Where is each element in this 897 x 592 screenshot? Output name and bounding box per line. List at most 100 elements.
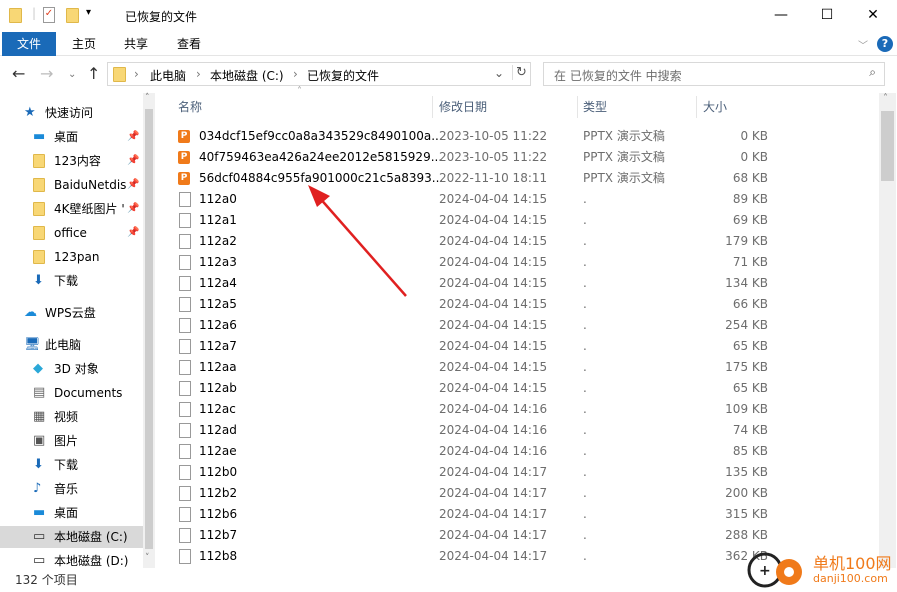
file-row[interactable]: 112b2 2024-04-04 14:17. 200 KB <box>170 483 875 504</box>
sidebar-item[interactable]: ▭ 本地磁盘 (D:) <box>0 550 143 568</box>
new-folder-icon[interactable] <box>66 8 79 23</box>
sidebar-item[interactable]: ♪ 音乐 <box>0 478 143 500</box>
refresh-icon[interactable]: ↻ <box>512 65 527 80</box>
address-bar[interactable]: › 此电脑 › 本地磁盘 (C:) › 已恢复的文件 ⌄ ↻ <box>107 62 531 86</box>
file-list-scrollbar[interactable]: ˄ <box>879 93 896 568</box>
file-date: 2024-04-04 14:15 <box>439 318 548 332</box>
sidebar-item[interactable]: 4K壁纸图片 ' 📌 <box>0 198 143 220</box>
breadcrumb-this-pc[interactable]: 此电脑 <box>150 67 186 84</box>
file-type: . <box>583 423 587 437</box>
scroll-up-icon[interactable]: ˄ <box>883 93 888 104</box>
file-row[interactable]: 112a4 2024-04-04 14:15. 134 KB <box>170 273 875 294</box>
sidebar-item[interactable]: ▭ 本地磁盘 (C:) <box>0 526 143 548</box>
back-icon[interactable]: ← <box>12 64 25 83</box>
customize-toolbar-icon[interactable]: ▾ <box>86 7 91 18</box>
sidebar-item[interactable]: 123pan <box>0 246 143 268</box>
file-type: . <box>583 213 587 227</box>
file-type: . <box>583 297 587 311</box>
column-type[interactable]: 类型 <box>583 96 607 118</box>
file-row[interactable]: P 40f759463ea426a24ee2012e5815929... 2023-… <box>170 147 875 168</box>
file-row[interactable]: 112ac 2024-04-04 14:16. 109 KB <box>170 399 875 420</box>
sidebar-item[interactable]: BaiduNetdis 📌 <box>0 174 143 196</box>
file-date: 2024-04-04 14:16 <box>439 444 548 458</box>
file-row[interactable]: P 56dcf04884c955fa901000c21c5a8393... 2022… <box>170 168 875 189</box>
file-row[interactable]: 112ad 2024-04-04 14:16. 74 KB <box>170 420 875 441</box>
folder-icon <box>33 250 45 264</box>
search-input[interactable]: 在 已恢复的文件 中搜索 ⌕ <box>543 62 885 86</box>
breadcrumb-drive-c[interactable]: 本地磁盘 (C:) <box>210 67 284 84</box>
file-row[interactable]: 112ab 2024-04-04 14:15. 65 KB <box>170 378 875 399</box>
file-row[interactable]: 112b6 2024-04-04 14:17. 315 KB <box>170 504 875 525</box>
sidebar-item[interactable]: ▬ 桌面 📌 <box>0 126 143 148</box>
file-date: 2023-10-05 11:22 <box>439 150 548 164</box>
up-icon[interactable]: ↑ <box>87 64 100 83</box>
help-icon[interactable]: ? <box>877 36 893 52</box>
file-row[interactable]: 112b7 2024-04-04 14:17. 288 KB <box>170 525 875 546</box>
tab-home[interactable]: 主页 <box>58 32 110 56</box>
sidebar-item[interactable]: office 📌 <box>0 222 143 244</box>
tab-file[interactable]: 文件 <box>2 32 56 56</box>
sidebar-item[interactable]: ★ 快速访问 <box>0 102 143 124</box>
file-row[interactable]: 112a1 2024-04-04 14:15. 69 KB <box>170 210 875 231</box>
pin-icon: 📌 <box>127 227 140 238</box>
tab-view[interactable]: 查看 <box>163 32 215 56</box>
file-name: 112ae <box>199 444 237 458</box>
file-row[interactable]: 112a6 2024-04-04 14:15. 254 KB <box>170 315 875 336</box>
window-title: 已恢复的文件 <box>125 10 198 24</box>
properties-icon[interactable]: ✓ <box>43 7 55 23</box>
pptx-file-icon: P <box>178 172 190 185</box>
sidebar-item[interactable]: ⬇ 下载 <box>0 270 143 292</box>
file-list-scroll-thumb[interactable] <box>881 111 894 181</box>
maximize-button[interactable]: ☐ <box>804 0 850 30</box>
file-row[interactable]: 112a5 2024-04-04 14:15. 66 KB <box>170 294 875 315</box>
sidebar-item[interactable]: 🖥 此电脑 <box>0 334 143 356</box>
pin-icon: 📌 <box>127 203 140 214</box>
file-icon <box>179 549 191 564</box>
sidebar-item[interactable]: ◆ 3D 对象 <box>0 358 143 380</box>
sidebar-scroll-thumb[interactable] <box>145 109 153 549</box>
tab-share[interactable]: 共享 <box>110 32 162 56</box>
pin-icon: 📌 <box>127 179 140 190</box>
file-row[interactable]: 112aa 2024-04-04 14:15. 175 KB <box>170 357 875 378</box>
dropdown-icon[interactable]: ⌄ <box>494 66 504 80</box>
sidebar-item[interactable]: ⬇ 下载 <box>0 454 143 476</box>
file-row[interactable]: 112b0 2024-04-04 14:17. 135 KB <box>170 462 875 483</box>
sidebar-item-label: Documents <box>54 386 123 400</box>
scroll-up-icon[interactable]: ˄ <box>145 93 150 103</box>
file-row[interactable]: 112a0 2024-04-04 14:15. 89 KB <box>170 189 875 210</box>
sidebar-item[interactable]: 123内容 📌 <box>0 150 143 172</box>
search-icon[interactable]: ⌕ <box>869 65 876 80</box>
sidebar-item-label: 此电脑 <box>45 338 82 352</box>
breadcrumb-current[interactable]: 已恢复的文件 <box>307 67 379 84</box>
column-name[interactable]: 名称 <box>178 96 202 118</box>
forward-icon[interactable]: → <box>40 64 53 83</box>
file-type: . <box>583 381 587 395</box>
file-icon <box>179 381 191 396</box>
close-button[interactable]: ✕ <box>850 0 896 30</box>
column-size[interactable]: 大小 <box>703 96 727 118</box>
minimize-button[interactable]: — <box>758 0 804 30</box>
sidebar-item[interactable]: ▤ Documents <box>0 382 143 404</box>
file-row[interactable]: 112a2 2024-04-04 14:15. 179 KB <box>170 231 875 252</box>
chevron-right-icon: › <box>293 67 298 81</box>
file-row[interactable]: 112a7 2024-04-04 14:15. 65 KB <box>170 336 875 357</box>
file-type: . <box>583 444 587 458</box>
sidebar-scrollbar[interactable]: ˄ ˅ <box>143 93 155 568</box>
recent-locations-icon[interactable]: ⌄ <box>68 69 76 80</box>
folder-icon <box>9 8 22 23</box>
file-date: 2023-10-05 11:22 <box>439 129 548 143</box>
file-row[interactable]: P 034dcf15ef9cc0a8a343529c8490100a... 2023… <box>170 126 875 147</box>
file-date: 2024-04-04 14:17 <box>439 549 548 563</box>
file-date: 2024-04-04 14:17 <box>439 528 548 542</box>
file-row[interactable]: 112a3 2024-04-04 14:15. 71 KB <box>170 252 875 273</box>
sidebar-item[interactable]: ▦ 视频 <box>0 406 143 428</box>
sidebar-item[interactable]: ▬ 桌面 <box>0 502 143 524</box>
file-row[interactable]: 112ae 2024-04-04 14:16. 85 KB <box>170 441 875 462</box>
expand-ribbon-icon[interactable]: ﹀ <box>858 37 868 52</box>
file-size: 68 KB <box>732 171 768 185</box>
column-date[interactable]: 修改日期 <box>439 96 487 118</box>
sidebar-item-label: 123内容 <box>54 154 101 168</box>
scroll-down-icon[interactable]: ˅ <box>145 553 150 563</box>
sidebar-item[interactable]: ☁ WPS云盘 <box>0 302 143 324</box>
sidebar-item[interactable]: ▣ 图片 <box>0 430 143 452</box>
